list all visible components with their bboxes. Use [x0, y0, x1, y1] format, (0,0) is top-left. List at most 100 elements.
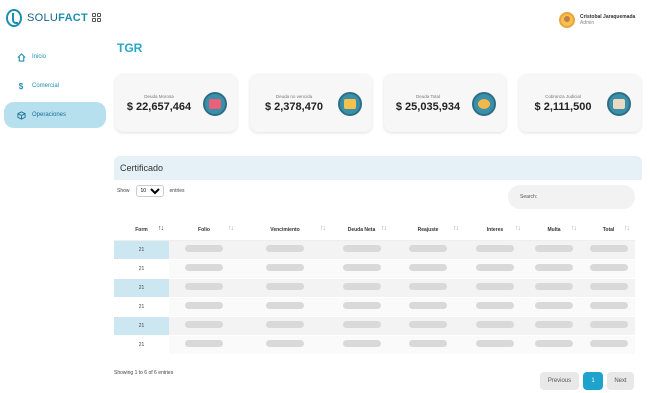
loading-placeholder — [589, 302, 628, 309]
sort-icon: ↑↓ — [228, 225, 234, 232]
table-row[interactable]: 21 — [114, 335, 635, 355]
loading-cell — [239, 335, 331, 355]
page-length-control: Show 10 entries — [117, 185, 185, 197]
search-label: Search: — [520, 194, 538, 200]
dollar-icon: $ — [18, 81, 24, 91]
home-icon — [16, 52, 26, 62]
loading-placeholder — [185, 340, 223, 347]
loading-placeholder — [476, 340, 514, 347]
form-cell: 21 — [114, 316, 169, 336]
logo-text: SOLUFACT — [27, 12, 89, 24]
loading-placeholder — [266, 283, 304, 290]
loading-cell — [169, 259, 239, 279]
loading-placeholder — [589, 321, 628, 328]
sidebar-item-inicio[interactable]: Inicio — [4, 44, 106, 70]
loading-placeholder — [409, 245, 447, 252]
show-label: Show — [117, 188, 130, 194]
table-row[interactable]: 21 — [114, 297, 635, 317]
loading-placeholder — [266, 264, 304, 271]
table-row[interactable]: 21 — [114, 316, 635, 336]
column-header-vencimiento[interactable]: Vencimiento ↑↓ — [239, 221, 331, 241]
table-row[interactable]: 21 — [114, 259, 635, 279]
column-header-interes[interactable]: Interes ↑↓ — [464, 221, 526, 241]
loading-placeholder — [409, 283, 447, 290]
loading-cell — [464, 259, 526, 279]
search-input[interactable] — [538, 194, 599, 200]
loading-placeholder — [266, 321, 304, 328]
next-button[interactable]: Next — [607, 372, 634, 390]
card-deuda-no-vencida: Deuda no vencida $ 2,378,470 — [250, 74, 372, 132]
loading-cell — [331, 259, 392, 279]
loading-cell — [239, 278, 331, 298]
sidebar: Inicio $ Comercial Operaciones — [0, 42, 110, 131]
sidebar-item-comercial[interactable]: $ Comercial — [4, 73, 106, 99]
card-value: $ 22,657,464 — [126, 101, 192, 113]
form-cell: 21 — [114, 278, 169, 298]
card-deuda-total: Deuda Total $ 25,035,934 — [384, 74, 506, 132]
panel-title: Certificado — [114, 156, 642, 180]
card-deuda-morosa: Deuda Morosa $ 22,657,464 — [115, 74, 237, 132]
loading-placeholder — [589, 245, 628, 252]
logo[interactable]: SOLUFACT — [6, 9, 88, 27]
loading-placeholder — [535, 245, 573, 252]
form-cell: 21 — [114, 259, 169, 279]
loading-cell — [464, 335, 526, 355]
loading-placeholder — [342, 340, 381, 347]
loading-placeholder — [409, 340, 447, 347]
loading-cell — [239, 240, 331, 260]
loading-cell — [526, 240, 582, 260]
form-cell: 21 — [114, 297, 169, 317]
column-header-folio[interactable]: Folio ↑↓ — [169, 221, 239, 241]
page-1-button[interactable]: 1 — [583, 372, 603, 390]
loading-placeholder — [589, 283, 628, 290]
column-header-form[interactable]: Form ↑↓ — [114, 221, 169, 241]
courthouse-icon — [607, 92, 631, 116]
page-length-select[interactable]: 10 — [135, 185, 164, 197]
loading-cell — [526, 259, 582, 279]
loading-cell — [582, 240, 635, 260]
loading-cell — [526, 335, 582, 355]
loading-cell — [331, 335, 392, 355]
loading-cell — [169, 240, 239, 260]
sort-icon: ↑↓ — [571, 225, 577, 232]
loading-placeholder — [342, 302, 381, 309]
loading-cell — [331, 297, 392, 317]
sort-icon: ↑↓ — [158, 225, 164, 232]
data-table: Form ↑↓ Folio ↑↓ Vencimiento ↑↓ Deuda Neta ↑… — [114, 221, 635, 355]
sidebar-item-operaciones[interactable]: Operaciones — [4, 102, 106, 128]
apps-grid-icon[interactable] — [92, 13, 101, 22]
card-label: Deuda Total — [416, 94, 440, 99]
loading-cell — [392, 278, 464, 298]
table-info: Showing 1 to 6 of 6 entries — [114, 370, 174, 376]
loading-placeholder — [185, 283, 223, 290]
loading-placeholder — [266, 245, 304, 252]
table-row[interactable]: 21 — [114, 240, 635, 260]
table-row[interactable]: 21 — [114, 278, 635, 298]
loading-placeholder — [266, 302, 304, 309]
loading-placeholder — [185, 302, 223, 309]
column-header-deuda-neta[interactable]: Deuda Neta ↑↓ — [331, 221, 392, 241]
table-header-row: Form ↑↓ Folio ↑↓ Vencimiento ↑↓ Deuda Neta ↑… — [114, 221, 635, 241]
top-bar: SOLUFACT Cristobal Jaraquemada Admin — [0, 0, 650, 38]
loading-placeholder — [476, 302, 514, 309]
box-icon — [16, 110, 26, 120]
loading-placeholder — [342, 321, 381, 328]
page-title: TGR — [117, 41, 143, 55]
loading-cell — [169, 335, 239, 355]
sidebar-item-label: Inicio — [32, 54, 47, 60]
loading-cell — [582, 316, 635, 336]
loading-cell — [331, 278, 392, 298]
loading-placeholder — [266, 340, 304, 347]
loading-placeholder — [535, 302, 573, 309]
people-icon — [472, 92, 496, 116]
entries-label: entries — [169, 188, 185, 194]
column-header-reajuste[interactable]: Reajuste ↑↓ — [392, 221, 464, 241]
column-header-multa[interactable]: Multa ↑↓ — [526, 221, 582, 241]
user-menu[interactable]: Cristobal Jaraquemada Admin — [559, 12, 650, 28]
previous-button[interactable]: Previous — [540, 372, 579, 390]
card-label: Cobranza Judicial — [545, 94, 581, 99]
loading-placeholder — [589, 340, 628, 347]
sort-icon: ↑↓ — [381, 225, 387, 232]
sort-icon: ↑↓ — [320, 225, 326, 232]
column-header-total[interactable]: Total ↑↓ — [582, 221, 635, 241]
